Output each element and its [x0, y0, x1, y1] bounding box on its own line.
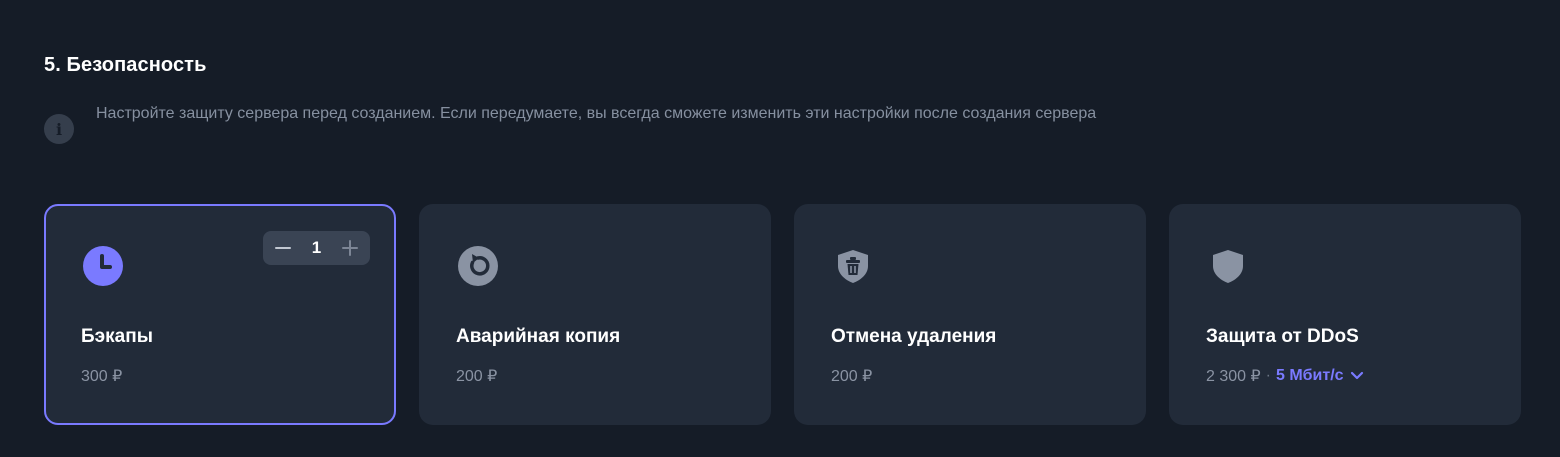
- trash-shield-icon: [831, 244, 875, 288]
- card-ddos-protection[interactable]: Защита от DDoS 2 300 ₽ · 5 Мбит/с: [1169, 204, 1521, 425]
- ddos-speed-dropdown[interactable]: 5 Мбит/с: [1276, 367, 1364, 385]
- decrement-button[interactable]: [271, 236, 295, 260]
- backups-quantity-value: 1: [311, 238, 322, 257]
- shield-icon: [1206, 244, 1250, 288]
- restore-icon: [456, 244, 500, 288]
- separator-dot: ·: [1265, 367, 1271, 384]
- card-backups[interactable]: 1 Бэкапы 300 ₽: [44, 204, 396, 425]
- card-price: 200 ₽: [456, 368, 498, 385]
- card-emergency-copy[interactable]: Аварийная копия 200 ₽: [419, 204, 771, 425]
- card-price: 2 300 ₽: [1206, 368, 1261, 385]
- card-title: Бэкапы: [81, 326, 153, 347]
- backups-quantity-stepper[interactable]: 1: [263, 231, 370, 265]
- card-price: 200 ₽: [831, 368, 873, 385]
- clock-icon: [81, 244, 125, 288]
- card-undo-deletion[interactable]: Отмена удаления 200 ₽: [794, 204, 1146, 425]
- card-title: Аварийная копия: [456, 326, 621, 347]
- minus-icon: [275, 247, 291, 249]
- increment-button[interactable]: [338, 236, 362, 260]
- chevron-down-icon: [1350, 371, 1363, 380]
- plus-icon: [342, 240, 358, 256]
- card-price-row: 2 300 ₽ · 5 Мбит/с: [1206, 366, 1364, 386]
- card-title: Защита от DDoS: [1206, 326, 1359, 347]
- section-title: 5. Безопасность: [44, 54, 207, 76]
- card-price: 300 ₽: [81, 368, 123, 385]
- card-title: Отмена удаления: [831, 326, 997, 347]
- notice-text: Настройте защиту сервера перед созданием…: [96, 105, 1097, 122]
- ddos-speed-value: 5 Мбит/с: [1276, 367, 1344, 384]
- security-notice: i Настройте защиту сервера перед создани…: [44, 100, 1106, 144]
- info-icon: i: [44, 114, 74, 144]
- security-options: 1 Бэкапы 300 ₽ Аварийная копия 200 ₽ Отм…: [44, 204, 1521, 425]
